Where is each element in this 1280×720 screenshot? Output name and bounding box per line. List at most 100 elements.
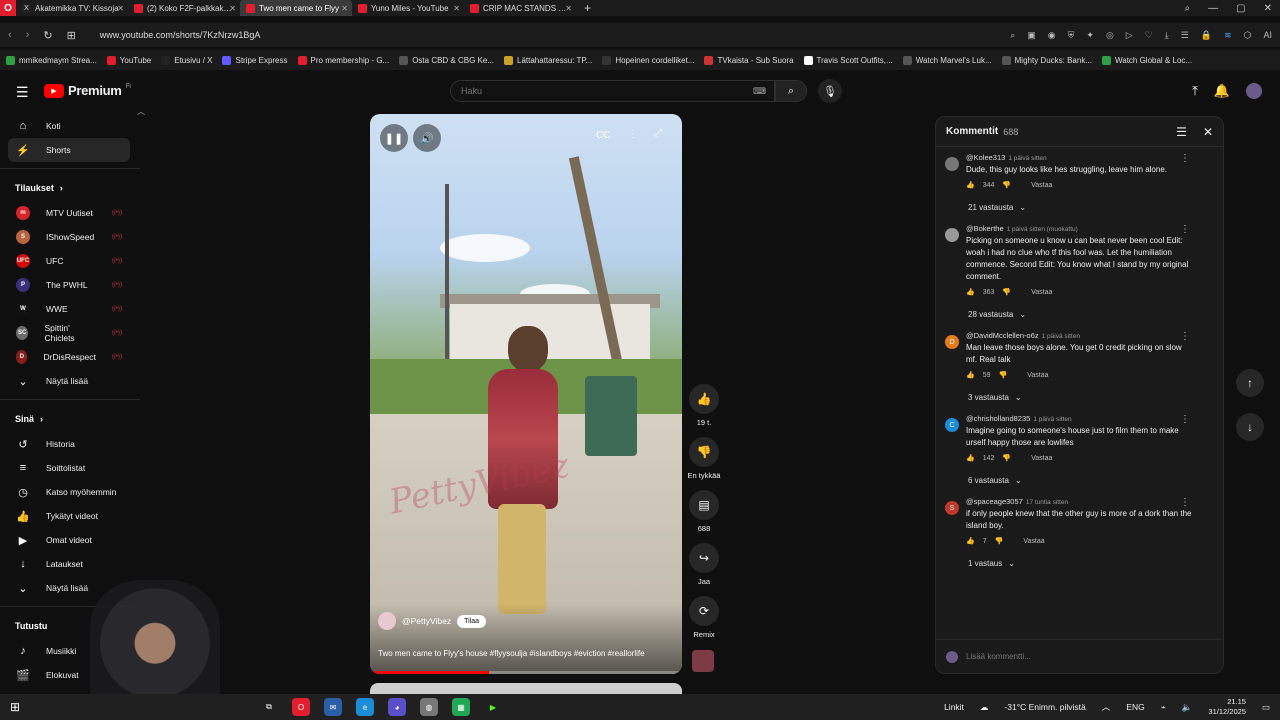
comment-like-icon[interactable]: 👍 [966,454,975,462]
bookmark-item[interactable]: Pro membership - G... [297,55,389,65]
comment-dislike-icon[interactable]: 👎 [1002,454,1011,462]
browser-tab[interactable]: X Akatemikka TV: Kissoja ✕ [16,0,128,16]
bookmark-item[interactable]: YouTube [106,55,151,65]
sidebar-item-koti[interactable]: ⌂ Koti [0,114,140,138]
browser-tab[interactable]: Yuno Miles - YouTube ✕ [352,0,464,16]
volume-tray-icon[interactable]: 🔈 [1182,702,1193,713]
comment-reply-button[interactable]: Vastaa [1023,538,1044,545]
comment-like-icon[interactable]: 👍 [966,371,975,379]
comment-avatar[interactable]: S [945,501,959,515]
network-icon[interactable]: ⌁ [1161,702,1166,713]
channel-avatar[interactable] [378,612,396,630]
links-label[interactable]: Linkit [944,702,964,712]
bookmark-item[interactable]: TVkaista - Sub Suora [704,55,794,65]
vpn-icon[interactable]: ◎ [1106,30,1114,41]
browser-tab[interactable]: (2) Koko F2F-palkkakuljet ✕ [128,0,240,16]
bookmark-item[interactable]: mmikedmaym Strea... [6,55,97,65]
sound-thumbnail[interactable] [692,650,714,672]
comment-dislike-icon[interactable]: 👎 [1002,288,1011,296]
voice-search-button[interactable]: 🎙 [818,79,842,103]
steam-app-icon[interactable]: ◍ [420,698,438,716]
bookmark-item[interactable]: Watch Marvel's Luk... [902,55,992,65]
notification-center-icon[interactable]: ▭ [1262,702,1270,713]
ai-icon[interactable]: AI [1263,30,1272,41]
sidebar-item-you[interactable]: ↓ Lataukset [0,552,140,576]
notifications-bell-icon[interactable]: 🔔 [1214,83,1230,99]
collapse-chevron-icon[interactable]: ︿ [137,106,145,117]
comment-replies-toggle[interactable]: 21 vastausta ⌄ [968,203,1192,212]
bookmark-item[interactable]: Hopeinen cordelliket... [602,55,694,65]
bookmark-item[interactable]: Osta CBD & CBG Ke... [399,55,494,65]
remix-button[interactable]: ⟳ [689,596,719,626]
discord-app-icon[interactable]: ◕ [388,698,406,716]
bookmark-item[interactable]: Etusivu / X [161,55,212,65]
chat-app-icon[interactable]: ✉ [324,698,342,716]
reload-icon[interactable]: ↻ [43,29,52,42]
subscription-channel[interactable]: SC Spittin' Chiclets ((•)) [0,321,140,345]
browser-tab[interactable]: Two men came to Flyy ✕ [240,0,352,16]
sidebar-item-you[interactable]: ≡ Soittolistat [0,456,140,480]
dislike-button[interactable]: 👎 [689,437,719,467]
video-progress-bar[interactable] [370,671,682,674]
tab-close-icon[interactable]: ✕ [117,4,124,13]
weather-text[interactable]: -31°C Enimm. pilvistä [1004,702,1085,712]
close-comments-icon[interactable]: ✕ [1203,125,1213,139]
bookmark-item[interactable]: Travis Scott Outfits,... [803,55,893,65]
comment-author[interactable]: @Bokerthe [966,224,1004,233]
fullscreen-icon[interactable]: ⤢ [654,128,662,139]
show-more-subscriptions[interactable]: ⌄ Näytä lisää [0,369,140,393]
tray-chevron-icon[interactable]: ︿ [1102,701,1111,713]
windows-start-icon[interactable]: ⊞ [0,700,30,714]
heart-icon[interactable]: ♡ [1145,30,1153,41]
forward-icon[interactable]: › [26,29,30,41]
account-avatar[interactable] [1246,83,1262,99]
subscription-channel[interactable]: W WWE ((•)) [0,297,140,321]
minimize-icon[interactable]: — [1208,3,1218,14]
comment-author[interactable]: @spaceage3057 [966,497,1023,506]
comment-author[interactable]: @Kolee313 [966,153,1005,162]
search-input[interactable] [461,86,741,96]
previous-short-button[interactable]: ↑ [1236,369,1264,397]
task-view-icon[interactable]: ⧉ [260,698,278,716]
new-tab-button[interactable]: + [576,1,599,15]
tab-close-icon[interactable]: ✕ [341,4,348,13]
find-icon[interactable]: ⌕ [1010,30,1015,41]
subscription-channel[interactable]: P The PWHL ((•)) [0,273,140,297]
download-icon[interactable]: ⤓ [1165,30,1169,41]
video-description[interactable]: Two men came to Flyy's house #flyysoulja… [378,648,648,660]
tab-close-icon[interactable]: ✕ [229,4,236,13]
comments-scrollbar[interactable] [1217,151,1221,633]
menu-hamburger-icon[interactable]: ☰ [16,84,29,101]
extensions-icon[interactable]: ✦ [1086,30,1094,41]
comment-reply-button[interactable]: Vastaa [1027,372,1048,379]
shield-icon[interactable]: ⛨ [1068,30,1075,41]
browser-search-icon[interactable]: ⌕ [1185,3,1191,14]
shorts-video-player[interactable]: PettyVibez ❚❚ 🔊 CC ⋮ ⤢ @PettyVibez Tilaa… [370,114,682,674]
url-field[interactable]: www.youtube.com/shorts/7KzNrzw1BgA [100,30,261,40]
snapshot-icon[interactable]: ▣ [1027,30,1036,41]
like-button[interactable]: 👍 [689,384,719,414]
bookmark-item[interactable]: Lättahattaressu: TP... [504,55,592,65]
comment-avatar[interactable] [945,157,959,171]
pause-button[interactable]: ❚❚ [380,124,408,152]
sort-icon[interactable]: ☰ [1176,125,1187,139]
next-short-button[interactable]: ↓ [1236,413,1264,441]
menu-icon[interactable]: ☰ [1181,30,1189,41]
comment-replies-toggle[interactable]: 28 vastausta ⌄ [968,310,1192,319]
captions-icon[interactable]: CC [596,130,610,141]
speed-dial-icon[interactable]: ⊞ [67,29,76,42]
subscriptions-heading[interactable]: Tilaukset › [0,175,140,201]
upload-icon[interactable]: ⤒ [1192,83,1198,99]
comment-more-icon[interactable]: ⋮ [1180,153,1190,164]
edge-app-icon[interactable]: e [356,698,374,716]
comment-replies-toggle[interactable]: 6 vastausta ⌄ [968,476,1192,485]
comment-reply-button[interactable]: Vastaa [1031,455,1052,462]
comment-avatar[interactable] [945,228,959,242]
subscription-channel[interactable]: UFC UFC ((•)) [0,249,140,273]
comment-reply-button[interactable]: Vastaa [1031,289,1052,296]
comment-reply-button[interactable]: Vastaa [1031,182,1052,189]
sidebar-item-shorts[interactable]: ⚡ Shorts [8,138,130,162]
comment-avatar[interactable]: C [945,418,959,432]
language-indicator[interactable]: ENG [1126,702,1144,712]
comment-replies-toggle[interactable]: 1 vastaus ⌄ [968,559,1192,568]
